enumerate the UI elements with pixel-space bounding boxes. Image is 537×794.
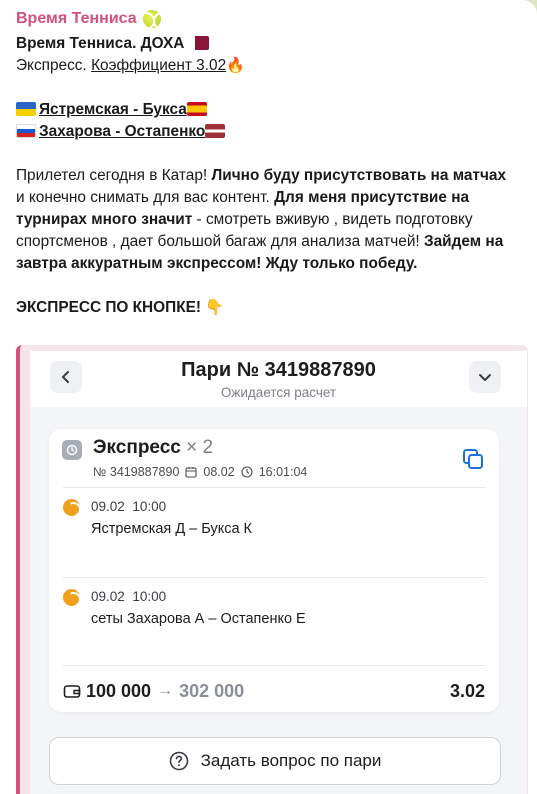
ask-question-button[interactable]: Задать вопрос по пари [49,737,501,785]
express-prefix: Экспресс. [16,57,87,74]
bet-title: Пари № 3419887890 [181,359,376,381]
russia-flag-icon [16,124,36,138]
divider [63,577,485,578]
ukraine-flag-icon [16,102,36,116]
coef-link[interactable]: Коэффициент 3.02 [91,57,226,74]
bet-number: № 3419887890 [93,465,180,479]
qatar-flag-icon [188,36,209,50]
wallet-icon [63,685,81,698]
ask-question-label: Задать вопрос по пари [200,751,382,770]
match2-link[interactable]: Захарова - Остапенко [39,123,205,140]
bet-status: Ожидается расчет [220,385,337,400]
leg-datetime: 09.02 10:00 [91,589,167,604]
bet-multiplier: × 2 [186,437,214,458]
copy-icon[interactable] [461,447,485,471]
divider [63,487,485,488]
clock-small-icon [241,466,253,478]
tennis-ball-icon [63,589,80,606]
chevron-down-icon [479,374,491,381]
channel-name[interactable]: Время Тенниса [16,10,161,28]
question-icon [169,751,188,771]
fire-icon: 🔥 [226,57,245,74]
leg-event: сеты Захарова А – Остапенко Е [91,611,306,627]
channel-name-label: Время Тенниса [16,10,137,27]
match1-link[interactable]: Ястремская - Букса [39,101,187,118]
calendar-icon [185,467,197,478]
message-headline: Время Тенниса. ДОХА [16,35,185,52]
message-text: Время Тенниса. ДОХА Экспресс. Коэффициен… [16,33,516,319]
divider [63,665,485,666]
bet-stake: 100 000 [86,680,152,701]
bet-payout: 302 000 [179,680,245,701]
tennis-ball-icon [142,10,161,28]
bet-card: Экспресс × 2 № 3419887890 08.02 16:01:04… [49,429,499,712]
cta-text: ЭКСПРЕСС ПО КНОПКЕ! [16,299,201,316]
bet-coef: 3.02 [449,680,485,701]
spain-flag-icon [186,102,207,116]
bet-meta: № 3419887890 08.02 16:01:04 [93,465,307,479]
arrow-right-icon: → [157,682,174,699]
bet-screenshot[interactable]: Пари № 3419887890 Ожидается расчет Экспр… [16,345,528,794]
expand-button[interactable] [469,361,501,393]
bet-leg[interactable]: 09.02 10:00 сеты Захарова А – Остапенко … [63,589,483,629]
bet-summary: 100 000 → 302 000 3.02 [63,679,485,703]
bet-leg[interactable]: 09.02 10:00 Ястремская Д – Букса К [63,499,483,539]
bet-type: Экспресс × 2 [93,437,214,458]
bet-screen: Пари № 3419887890 Ожидается расчет Экспр… [30,351,527,794]
leg-event: Ястремская Д – Букса К [91,521,253,537]
bet-date: 08.02 [203,465,235,479]
bet-header: Пари № 3419887890 Ожидается расчет [30,351,527,407]
bet-time: 16:01:04 [258,465,308,479]
tennis-ball-icon [63,499,80,516]
message-paragraph: Прилетел сегодня в Катар! Лично буду при… [16,167,507,272]
latvia-flag-icon [205,124,226,138]
clock-icon [62,440,82,460]
message-bubble: Время Тенниса Время Тенниса. ДОХА Экспре… [0,0,537,794]
leg-datetime: 09.02 10:00 [91,499,167,514]
pointing-down-icon: 👇 [205,299,224,316]
